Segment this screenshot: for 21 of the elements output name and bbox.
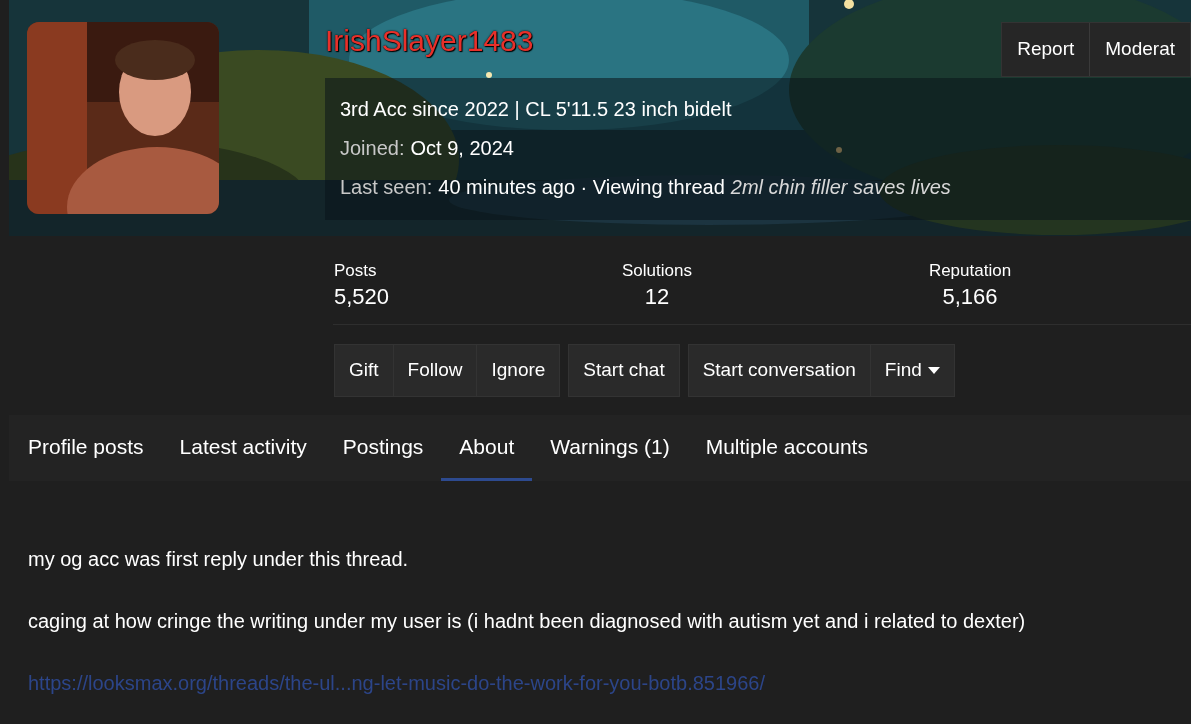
stat-value: 5,520 [334, 283, 390, 311]
about-paragraph: caging at how cringe the writing under my user is (i hadnt been diagnosed with autism yet and i related to dexter) [28, 609, 1027, 634]
stat-value: 5,166 [942, 283, 998, 311]
action-button[interactable]: Start chat [569, 345, 679, 396]
profile-tab[interactable]: Multiple accounts [687, 415, 886, 481]
action-button[interactable]: Ignore [476, 345, 560, 396]
action-button[interactable]: Follow [392, 345, 477, 396]
caret-icon [927, 367, 940, 374]
action-button[interactable]: Start conversation [688, 345, 870, 396]
stat-label: Reputation [928, 260, 1012, 282]
profile-tab[interactable]: About [441, 415, 533, 481]
stat-value: 12 [644, 283, 670, 311]
stat-label: Solutions [622, 260, 692, 282]
profile-tab[interactable]: Profile posts [10, 415, 162, 481]
profile-tab[interactable]: Postings [324, 415, 442, 481]
about-paragraph: my og acc was first reply under this thread. [28, 547, 410, 572]
profile-tab[interactable]: Latest activity [161, 415, 325, 481]
stat-label: Posts [334, 260, 377, 282]
action-button[interactable]: Gift [335, 345, 393, 396]
profile-tab[interactable]: Warnings (1) [532, 415, 688, 481]
find-dropdown[interactable]: Find [869, 345, 954, 396]
